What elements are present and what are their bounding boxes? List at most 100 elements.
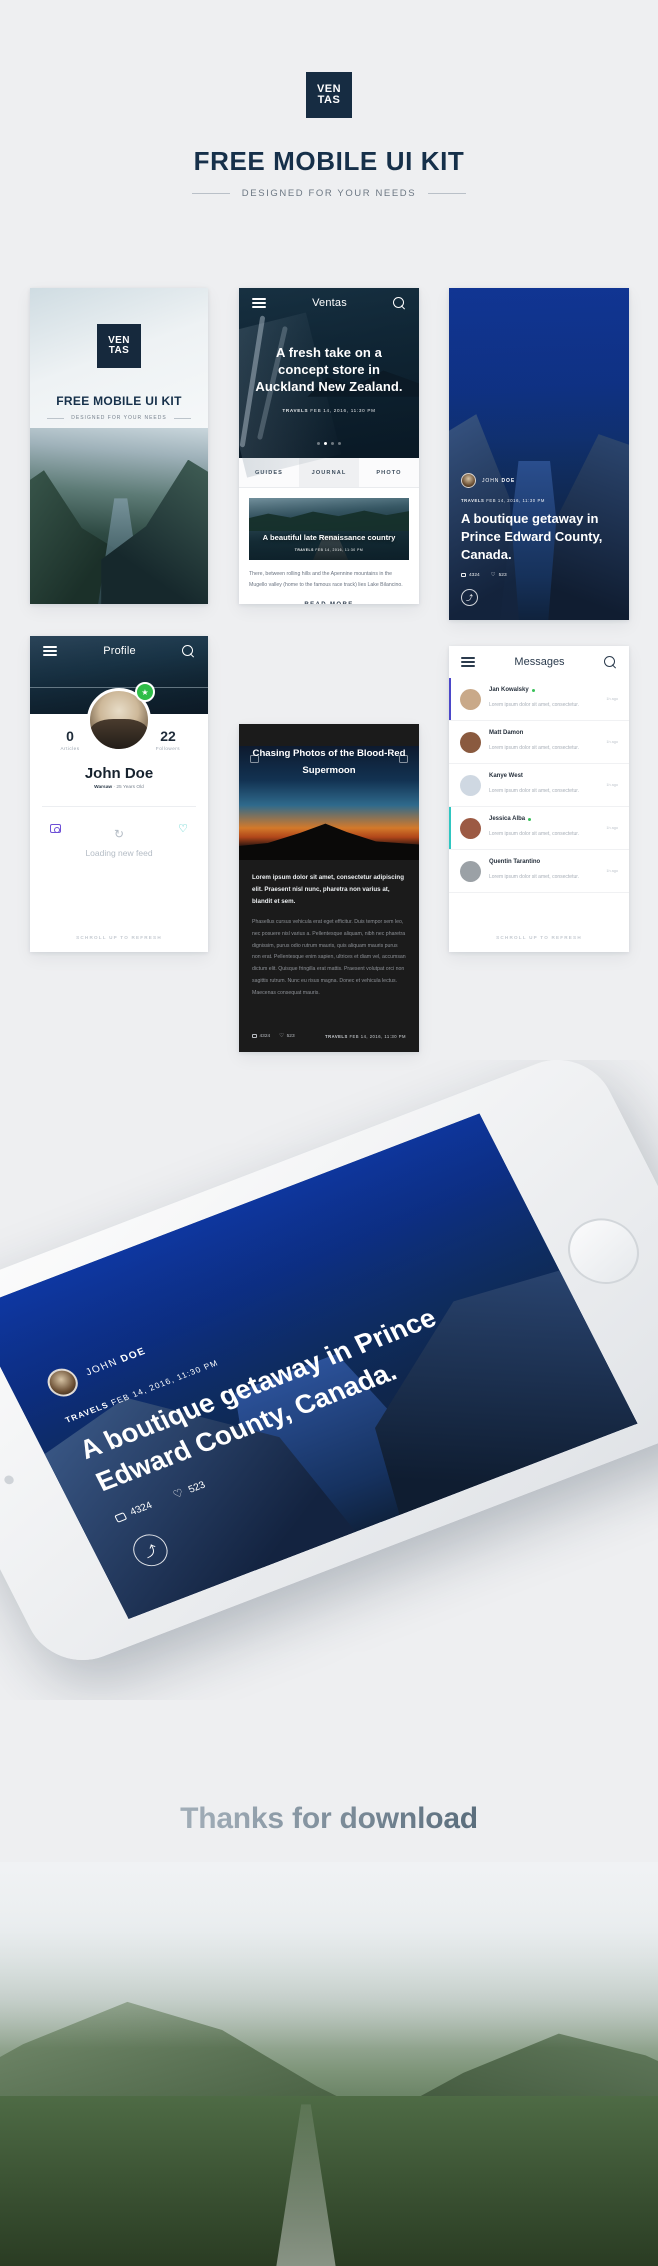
- screen-messages: Messages Jan Kowalsky Lorem ipsum dolor …: [449, 646, 629, 952]
- splash-title: FREE MOBILE UI KIT: [56, 394, 182, 408]
- phone-category: TRAVELS: [63, 1400, 111, 1425]
- message-time: 1h ago: [606, 740, 618, 744]
- contact-name-row: Jessica Alba: [489, 816, 598, 822]
- comment-icon: [461, 573, 466, 578]
- star-badge-icon[interactable]: ★: [135, 682, 155, 702]
- author-name: JOHN DOE: [482, 478, 515, 484]
- contact-name: Matt Damon: [489, 730, 524, 736]
- message-text: Jessica Alba Lorem ipsum dolor sit amet,…: [489, 816, 598, 840]
- comment-count: 4324: [469, 572, 480, 578]
- menu-icon[interactable]: [252, 298, 266, 308]
- loading-label: Loading new feed: [85, 848, 153, 858]
- like-count: 523: [186, 1479, 208, 1496]
- comment-count: 4324: [259, 1033, 271, 1039]
- message-time: 1h ago: [606, 826, 618, 830]
- phone-mockup: JOHN DOE TRAVELS FEB 14, 2016, 11:30 PM …: [0, 1060, 658, 1676]
- comment-stat[interactable]: 4324: [113, 1500, 154, 1524]
- feed-pagination[interactable]: [239, 442, 419, 445]
- rule-left: [191, 193, 230, 194]
- article-paragraph: Phasellus cursus vehicula erat eget effi…: [252, 919, 406, 996]
- card-category: TRAVELS: [294, 548, 314, 552]
- message-text: Jan Kowalsky Lorem ipsum dolor sit amet,…: [489, 687, 598, 711]
- article-category: TRAVELS: [325, 1033, 348, 1039]
- boutique-stats: 4324 ♡ 523: [461, 572, 617, 579]
- online-dot-icon: [528, 817, 532, 821]
- splash-subtitle: DESIGNED FOR YOUR NEEDS: [71, 415, 167, 421]
- article-title: Chasing Photos of the Blood-Red Supermoo…: [252, 748, 406, 776]
- feed-hero-meta: TRAVELS FEB 14, 2016, 11:30 PM: [239, 408, 419, 413]
- feed-hero-head: A fresh take on a concept store in Auckl…: [239, 344, 419, 395]
- message-preview: Lorem ipsum dolor sit amet, consectetur.: [489, 831, 580, 837]
- tab-photo[interactable]: PHOTO: [359, 458, 419, 487]
- feed-dot-4[interactable]: [338, 442, 341, 445]
- dot-4[interactable]: [128, 574, 132, 578]
- author-last-name: DOE: [118, 1345, 149, 1365]
- author-row[interactable]: JOHN DOE: [461, 473, 617, 489]
- comment-icon: [114, 1511, 128, 1523]
- river-shape: [97, 498, 144, 604]
- card-image[interactable]: A beautiful late Renaissance country TRA…: [249, 498, 409, 560]
- feed-dot-2-active[interactable]: [324, 442, 327, 445]
- splash-logo: VEN TAS: [97, 324, 141, 368]
- message-row[interactable]: Jan Kowalsky Lorem ipsum dolor sit amet,…: [449, 678, 629, 721]
- feed-hero-date: FEB 14, 2016, 11:30 PM: [310, 408, 376, 414]
- feed-dot-1[interactable]: [317, 442, 320, 445]
- dot-1[interactable]: [106, 574, 110, 578]
- article-body: Lorem ipsum dolor sit amet, consectetur …: [239, 860, 419, 999]
- thanks-heading: Thanks for download: [0, 1802, 658, 1836]
- screen-splash: VEN TAS FREE MOBILE UI KIT DESIGNED FOR …: [30, 288, 208, 604]
- heart-icon[interactable]: ♡: [178, 824, 188, 835]
- followers-count: 22: [160, 728, 176, 744]
- fog-overlay: [0, 1862, 658, 2048]
- comment-stat[interactable]: 4324: [252, 1034, 270, 1039]
- comment-icon: [252, 1034, 257, 1039]
- splash-rule-right: [173, 417, 191, 419]
- message-row[interactable]: Jessica Alba Lorem ipsum dolor sit amet,…: [449, 807, 629, 850]
- search-icon[interactable]: [393, 296, 406, 310]
- avatar: [461, 473, 476, 489]
- like-stat[interactable]: ♡ 523: [491, 572, 507, 579]
- unread-flag: [449, 678, 451, 720]
- dot-2-active[interactable]: [113, 574, 117, 578]
- like-stat[interactable]: ♡ 523: [279, 1033, 295, 1040]
- ui-kit-presentation: VEN TAS FREE MOBILE UI KIT DESIGNED FOR …: [0, 0, 658, 2266]
- like-count: 523: [286, 1033, 295, 1039]
- search-icon[interactable]: [182, 644, 195, 658]
- menu-icon[interactable]: [43, 646, 57, 656]
- comment-count: 4324: [128, 1500, 155, 1518]
- page-subtitle: DESIGNED FOR YOUR NEEDS: [241, 188, 417, 199]
- boutique-date: FEB 14, 2016, 11:30 PM: [486, 498, 545, 504]
- feed-hero: Ventas A fresh take on a concept store i…: [239, 288, 419, 478]
- avatar: [460, 774, 481, 796]
- menu-icon[interactable]: [461, 657, 475, 667]
- page-subtitle-row: DESIGNED FOR YOUR NEEDS: [0, 188, 658, 199]
- read-more-button[interactable]: READ MORE: [249, 602, 409, 604]
- avatar: [460, 860, 481, 882]
- profile-age: 25 Years Old: [116, 785, 144, 790]
- message-row[interactable]: Quentin Tarantino Lorem ipsum dolor sit …: [449, 850, 629, 893]
- splash-pagination[interactable]: [30, 574, 208, 578]
- avatar: [460, 731, 481, 753]
- message-row[interactable]: Kanye West Lorem ipsum dolor sit amet, c…: [449, 764, 629, 807]
- heart-icon: ♡: [171, 1487, 187, 1502]
- card-title: A beautiful late Renaissance country: [262, 532, 396, 542]
- article-footer: 4324 ♡ 523 TRAVELS FEB 14, 2016, 11:30 P…: [252, 1033, 406, 1040]
- share-icon[interactable]: ⤴: [461, 589, 478, 606]
- avatar: [460, 688, 481, 710]
- message-preview: Lorem ipsum dolor sit amet, consectetur.: [489, 745, 580, 751]
- search-icon[interactable]: [603, 655, 617, 669]
- dot-3[interactable]: [121, 574, 125, 578]
- comment-stat[interactable]: 4324: [461, 573, 480, 578]
- contact-name-row: Jan Kowalsky: [489, 687, 598, 693]
- splash-subtitle-row: DESIGNED FOR YOUR NEEDS: [47, 415, 191, 421]
- message-row[interactable]: Matt Damon Lorem ipsum dolor sit amet, c…: [449, 721, 629, 764]
- screen-profile: Profile ★ 0 Articles 22 Followers John D…: [30, 636, 208, 952]
- splash-logo-line-2: TAS: [108, 345, 130, 356]
- feed-dot-3[interactable]: [331, 442, 334, 445]
- like-stat[interactable]: ♡ 523: [171, 1479, 208, 1502]
- followers-label: Followers: [155, 746, 181, 751]
- message-preview: Lorem ipsum dolor sit amet, consectetur.: [489, 702, 580, 708]
- share-icon[interactable]: ⤴: [127, 1529, 174, 1571]
- feed-navbar: Ventas: [239, 288, 419, 318]
- camera-icon[interactable]: [50, 824, 61, 833]
